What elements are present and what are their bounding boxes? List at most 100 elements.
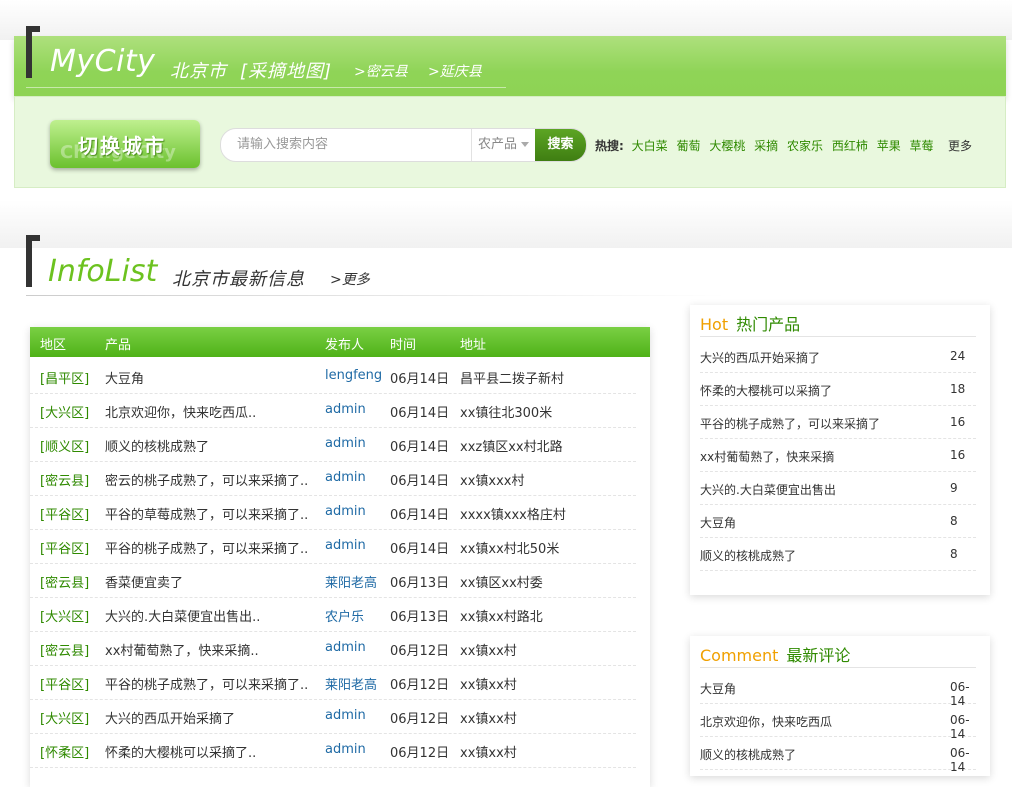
row-product-link[interactable]: 大豆角 (105, 368, 144, 387)
row-product-link[interactable]: 平谷的桃子成熟了，可以来采摘了.. (105, 538, 308, 557)
table-row: [大兴区] 北京欢迎你，快来吃西瓜.. admin 06月14日 xx镇往北30… (30, 393, 636, 428)
hot-item-text[interactable]: 大豆角 (700, 514, 736, 531)
row-user-link[interactable]: admin (325, 742, 366, 757)
list-item[interactable]: 平谷的桃子成熟了，可以来采摘了 16 (700, 405, 976, 439)
row-user-link[interactable]: admin (325, 402, 366, 417)
row-product-link[interactable]: 香菜便宜卖了 (105, 572, 183, 591)
hot-keyword[interactable]: 大樱桃 (709, 139, 745, 153)
row-product-link[interactable]: 顺义的核桃成熟了 (105, 436, 209, 455)
list-item[interactable]: 北京欢迎你，快来吃西瓜 06-14 (700, 703, 976, 741)
search-input[interactable]: 请输入搜索内容 (237, 129, 467, 161)
search-category-value: 农产品 (478, 137, 518, 152)
hot-keyword[interactable]: 苹果 (877, 139, 901, 153)
infolist-subtitle: 北京市最新信息 (172, 269, 305, 290)
row-area-link[interactable]: [密云县] (40, 640, 89, 659)
row-product-link[interactable]: 平谷的桃子成熟了，可以来采摘了.. (105, 674, 308, 693)
hot-keyword[interactable]: 葡萄 (676, 139, 700, 153)
county-link-yanqing[interactable]: >延庆县 (428, 61, 482, 81)
row-area-link[interactable]: [平谷区] (40, 538, 89, 557)
row-user-link[interactable]: admin (325, 640, 366, 655)
comment-item-text[interactable]: 大豆角 (700, 680, 736, 697)
map-link[interactable]: [采摘地图] (240, 57, 332, 83)
row-user-link[interactable]: lengfeng (325, 368, 382, 383)
row-area-link[interactable]: [大兴区] (40, 708, 89, 727)
hot-item-text[interactable]: 怀柔的大樱桃可以采摘了 (700, 382, 832, 399)
hot-item-text[interactable]: 大兴的西瓜开始采摘了 (700, 349, 820, 366)
comment-title-zh: 最新评论 (786, 646, 851, 665)
comment-item-text[interactable]: 顺义的核桃成熟了 (700, 746, 796, 763)
infolist-header-shade (0, 200, 1012, 248)
row-area-link[interactable]: [怀柔区] (40, 742, 89, 761)
hot-keyword[interactable]: 西红柿 (832, 139, 868, 153)
row-address: xx镇xx村 (460, 678, 517, 693)
switch-city-button[interactable]: ChangeCity 切换城市 (50, 120, 200, 168)
hot-search-bar: 热搜: 大白菜 葡萄 大樱桃 采摘 农家乐 西红柿 苹果 草莓 (595, 137, 939, 154)
list-item[interactable]: 大兴的西瓜开始采摘了 24 (700, 339, 976, 373)
search-category-select[interactable]: 农产品 (471, 129, 535, 161)
row-area-link[interactable]: [密云县] (40, 572, 89, 591)
hot-item-text[interactable]: 平谷的桃子成熟了，可以来采摘了 (700, 415, 880, 432)
row-address: xx镇xx村 (460, 712, 517, 727)
hot-keyword[interactable]: 草莓 (910, 139, 934, 153)
row-area-link[interactable]: [平谷区] (40, 674, 89, 693)
row-area-link[interactable]: [顺义区] (40, 436, 89, 455)
row-user-link[interactable]: 农户乐 (325, 606, 364, 625)
list-item[interactable]: 大兴的.大白菜便宜出售出 9 (700, 471, 976, 505)
row-area-link[interactable]: [大兴区] (40, 606, 89, 625)
row-product-link[interactable]: 大兴的.大白菜便宜出售出.. (105, 606, 260, 625)
row-user-link[interactable]: 莱阳老高 (325, 572, 377, 591)
row-address: xx镇xx村路北 (460, 610, 543, 625)
row-product-link[interactable]: 大兴的西瓜开始采摘了 (105, 708, 235, 727)
row-user-link[interactable]: admin (325, 436, 366, 451)
hot-keyword[interactable]: 大白菜 (632, 139, 668, 153)
row-user-link[interactable]: admin (325, 708, 366, 723)
table-row: [密云县] 密云的桃子成熟了，可以来采摘了.. admin 06月14日 xx镇… (30, 461, 636, 496)
row-date: 06月12日 (390, 678, 450, 693)
row-user-link[interactable]: admin (325, 504, 366, 519)
hot-item-count: 9 (950, 481, 958, 495)
table-row: [密云县] xx村葡萄熟了，快来采摘.. admin 06月12日 xx镇xx村 (30, 631, 636, 666)
column-header-date: 时间 (390, 338, 417, 353)
row-area-link[interactable]: [平谷区] (40, 504, 89, 523)
list-item[interactable]: 顺义的核桃成熟了 06-14 (700, 736, 976, 774)
infolist-marker-icon (26, 235, 40, 287)
hot-keyword[interactable]: 农家乐 (787, 139, 823, 153)
comment-title-en: Comment (700, 646, 779, 665)
row-date: 06月14日 (390, 406, 450, 421)
site-logo[interactable]: MyCity (50, 44, 155, 79)
table-row: [昌平区] 大豆角 lengfeng 06月14日 昌平县二拨子新村 (30, 359, 636, 394)
row-product-link[interactable]: 平谷的草莓成熟了，可以来采摘了.. (105, 504, 308, 523)
hot-more-link[interactable]: 更多 (948, 137, 972, 154)
list-item[interactable]: 顺义的核桃成熟了 8 (700, 537, 976, 571)
hot-item-text[interactable]: 大兴的.大白菜便宜出售出 (700, 481, 836, 498)
row-product-link[interactable]: 北京欢迎你，快来吃西瓜.. (105, 402, 256, 421)
table-row: [顺义区] 顺义的核桃成熟了 admin 06月14日 xxz镇区xx村北路 (30, 427, 636, 462)
county-link-miyun[interactable]: >密云县 (354, 61, 408, 81)
infolist-more-link[interactable]: >更多 (330, 269, 370, 289)
table-row: [怀柔区] 怀柔的大樱桃可以采摘了.. admin 06月12日 xx镇xx村 (30, 733, 636, 768)
list-item[interactable]: 大豆角 06-14 (700, 670, 976, 708)
row-product-link[interactable]: 怀柔的大樱桃可以采摘了.. (105, 742, 256, 761)
row-area-link[interactable]: [昌平区] (40, 368, 89, 387)
row-address: xx镇xxx村 (460, 474, 525, 489)
row-area-link[interactable]: [大兴区] (40, 402, 89, 421)
comment-item-date: 06-14 (950, 746, 970, 774)
list-item[interactable]: 大豆角 8 (700, 504, 976, 538)
hot-keyword[interactable]: 采摘 (754, 139, 778, 153)
search-button[interactable]: 搜索 (535, 129, 586, 161)
row-product-link[interactable]: 密云的桃子成熟了，可以来采摘了.. (105, 470, 308, 489)
header-top-shade (0, 0, 1012, 40)
row-user-link[interactable]: admin (325, 538, 366, 553)
column-header-user: 发布人 (325, 338, 365, 353)
row-user-link[interactable]: admin (325, 470, 366, 485)
hot-item-text[interactable]: 顺义的核桃成熟了 (700, 547, 796, 564)
row-date: 06月14日 (390, 474, 450, 489)
row-product-link[interactable]: xx村葡萄熟了，快来采摘.. (105, 640, 259, 659)
list-item[interactable]: 怀柔的大樱桃可以采摘了 18 (700, 372, 976, 406)
row-date: 06月12日 (390, 746, 450, 761)
list-item[interactable]: xx村葡萄熟了，快来采摘 16 (700, 438, 976, 472)
comment-item-text[interactable]: 北京欢迎你，快来吃西瓜 (700, 713, 832, 730)
row-user-link[interactable]: 莱阳老高 (325, 674, 377, 693)
row-area-link[interactable]: [密云县] (40, 470, 89, 489)
hot-item-text[interactable]: xx村葡萄熟了，快来采摘 (700, 448, 834, 465)
